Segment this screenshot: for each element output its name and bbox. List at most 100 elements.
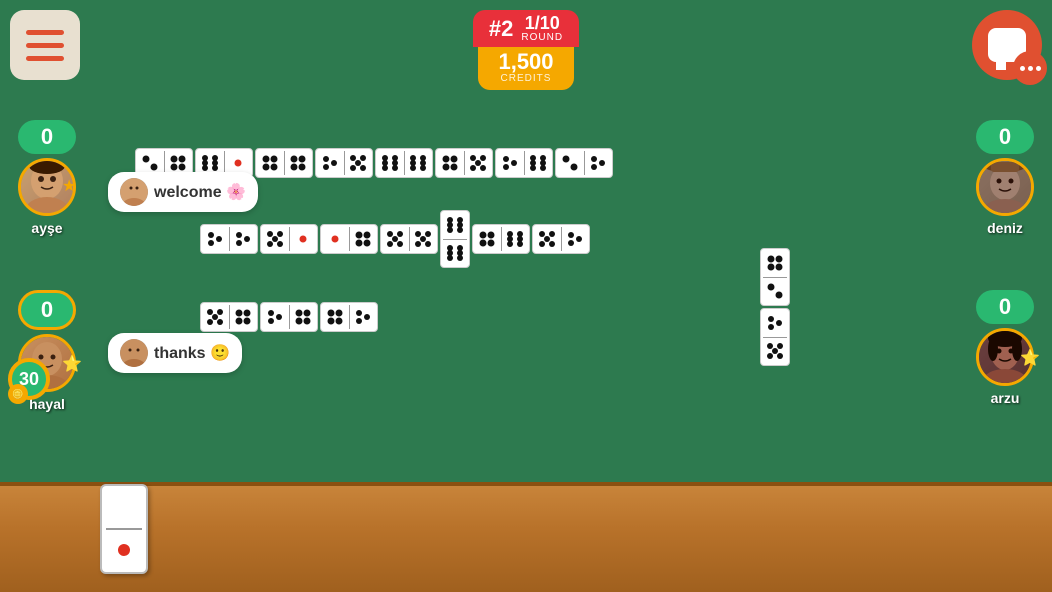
- deniz-face-svg: [979, 161, 1031, 213]
- domino-half: [261, 225, 289, 253]
- domino-half: [290, 225, 318, 253]
- menu-bar-1: [26, 30, 64, 35]
- rank-number: #2: [489, 16, 513, 42]
- domino-half: [290, 303, 318, 331]
- player-deniz: 0 deniz: [976, 120, 1034, 236]
- domino-tile: [555, 148, 613, 178]
- hayal-score: 0: [41, 297, 53, 322]
- domino-half: [473, 225, 501, 253]
- ayse-chat-text: welcome 🌸: [154, 182, 246, 202]
- arzu-score-pill: 0: [976, 290, 1034, 324]
- ayse-mini-face: [120, 178, 148, 206]
- domino-tile: [260, 224, 318, 254]
- domino-half: [376, 149, 404, 177]
- ayse-name: ayşe: [31, 220, 62, 236]
- domino-half: [316, 149, 344, 177]
- domino-tile: [472, 224, 530, 254]
- domino-half: [441, 240, 469, 268]
- domino-half: [350, 303, 378, 331]
- domino-tile: [320, 224, 378, 254]
- ayse-star: ★: [62, 176, 80, 194]
- domino-half: [465, 149, 493, 177]
- hand-domino-top: [105, 491, 143, 525]
- hand-domino[interactable]: [100, 484, 148, 574]
- domino-half: [436, 149, 464, 177]
- credits-badge: 1,500 CREDITS: [478, 47, 573, 90]
- arzu-name: arzu: [991, 390, 1020, 406]
- arzu-star: ⭐: [1020, 348, 1038, 366]
- deniz-score: 0: [999, 124, 1011, 149]
- hayal-avatar-container: 30 🪙 ⭐: [18, 334, 76, 392]
- round-fraction: 1/10: [525, 14, 560, 32]
- hayal-chat-bubble: thanks 🙂: [108, 333, 242, 373]
- deniz-face: [979, 161, 1031, 213]
- domino-half: [410, 225, 438, 253]
- ayse-score: 0: [41, 124, 53, 149]
- player-hayal: 0 30 🪙 ⭐ haya: [18, 290, 76, 412]
- ayse-chat-bubble: welcome 🌸: [108, 172, 258, 212]
- menu-bar-3: [26, 56, 64, 61]
- domino-half: [761, 249, 789, 277]
- domino-half: [761, 309, 789, 337]
- dot-2: [1028, 66, 1033, 71]
- round-label: ROUND: [521, 32, 563, 43]
- hayal-chat-text: thanks 🙂: [154, 343, 230, 363]
- domino-tile: [200, 224, 258, 254]
- hayal-mini-avatar: [120, 339, 148, 367]
- hand-domino-bottom: [105, 533, 143, 567]
- domino-tile-v: [760, 308, 790, 366]
- menu-button[interactable]: [10, 10, 80, 80]
- player-ayse: 0 ★ ayşe: [18, 120, 76, 236]
- domino-half: [381, 225, 409, 253]
- domino-tile: [380, 224, 438, 254]
- hayal-score-pill: 0: [18, 290, 76, 330]
- arzu-score: 0: [999, 294, 1011, 319]
- ayse-avatar-container: ★: [18, 158, 76, 216]
- deniz-avatar-container: [976, 158, 1034, 216]
- domino-tile: [200, 302, 258, 332]
- domino-tile: [315, 148, 373, 178]
- domino-half: [261, 303, 289, 331]
- chat-dots-button[interactable]: [1013, 51, 1047, 85]
- domino-half: [496, 149, 524, 177]
- arzu-avatar-container: ⭐: [976, 328, 1034, 386]
- domino-half: [230, 225, 258, 253]
- ayse-mini-avatar: [120, 178, 148, 206]
- domino-row-mid: [200, 210, 590, 268]
- domino-half: [585, 149, 613, 177]
- domino-tile: [260, 302, 318, 332]
- domino-half: [230, 303, 258, 331]
- menu-bar-2: [26, 43, 64, 48]
- domino-tile: [375, 148, 433, 178]
- domino-tile: [495, 148, 553, 178]
- domino-col-right: [760, 248, 790, 366]
- domino-half: [405, 149, 433, 177]
- domino-half: [502, 225, 530, 253]
- domino-half: [256, 149, 284, 177]
- chat-button-container: [972, 10, 1042, 80]
- ayse-score-pill: 0: [18, 120, 76, 154]
- dot-1: [1020, 66, 1025, 71]
- round-info: 1/10 ROUND: [521, 14, 563, 43]
- domino-tile: [435, 148, 493, 178]
- domino-half: [562, 225, 590, 253]
- domino-half: [321, 303, 349, 331]
- round-badge: #2 1/10 ROUND: [473, 10, 579, 47]
- credits-amount: 1,500: [498, 51, 553, 73]
- domino-half: [556, 149, 584, 177]
- score-panel: #2 1/10 ROUND 1,500 CREDITS: [473, 10, 579, 90]
- domino-half: [201, 225, 229, 253]
- domino-half: [350, 225, 378, 253]
- domino-half: [761, 278, 789, 306]
- domino-half: [533, 225, 561, 253]
- deniz-score-pill: 0: [976, 120, 1034, 154]
- domino-row-bot: [200, 302, 378, 332]
- game-board: #2 1/10 ROUND 1,500 CREDITS: [0, 0, 1052, 592]
- credits-label: CREDITS: [498, 73, 553, 84]
- domino-tile-v: [440, 210, 470, 268]
- header: #2 1/10 ROUND 1,500 CREDITS: [0, 0, 1052, 100]
- domino-half: [201, 303, 229, 331]
- domino-half: [321, 225, 349, 253]
- domino-half: [441, 211, 469, 239]
- hayal-coins-badge: 🪙: [8, 384, 28, 404]
